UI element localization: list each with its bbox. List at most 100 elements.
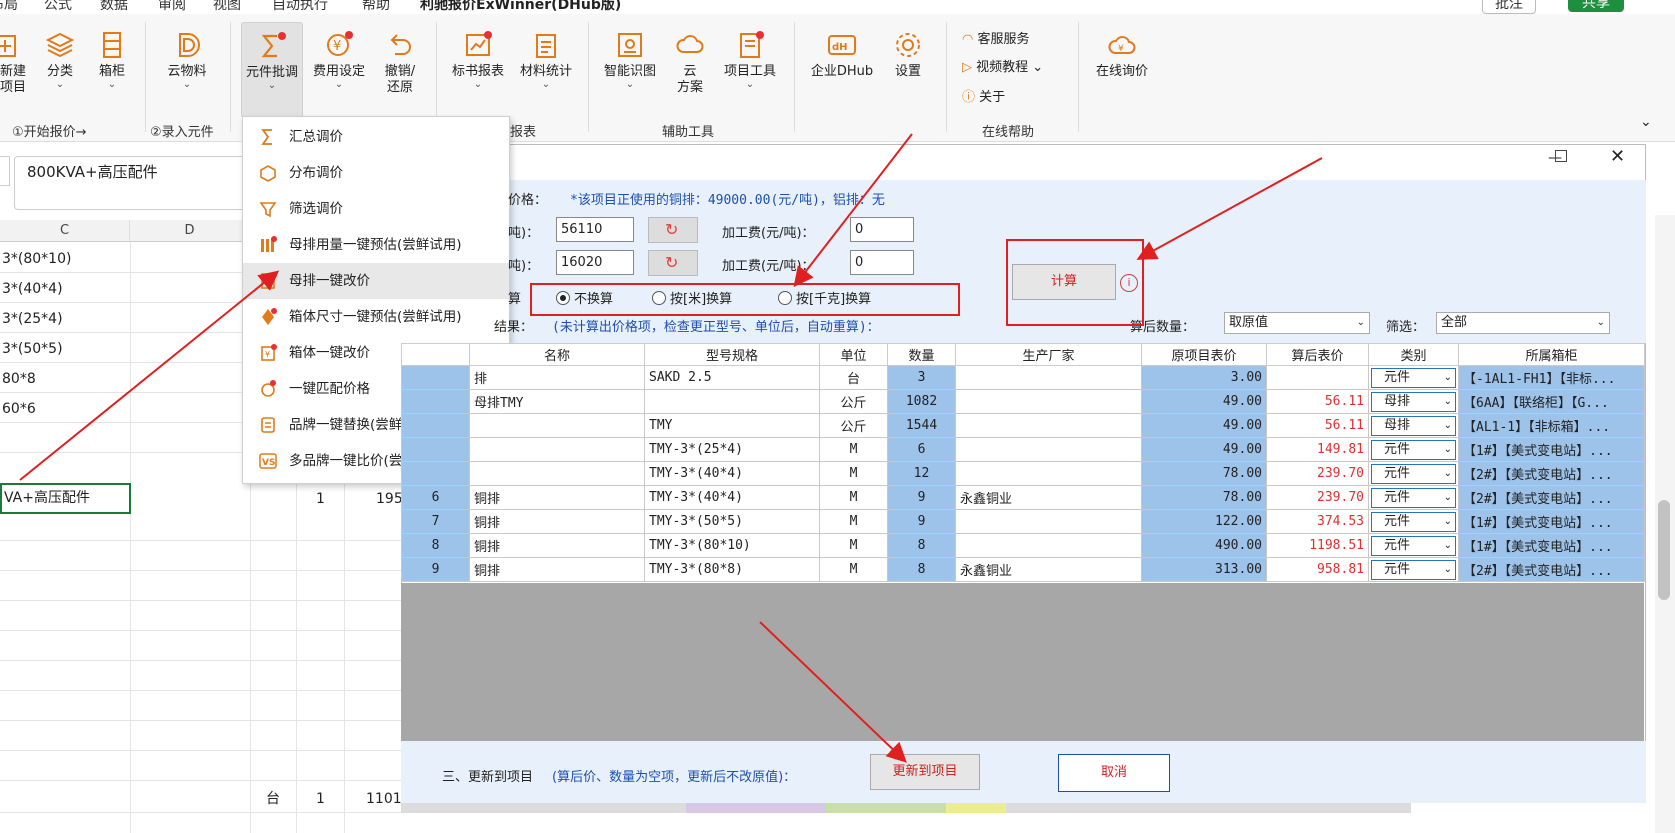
row-maker[interactable] xyxy=(955,413,1142,438)
table-row[interactable]: 排 SAKD 2.5 台 3 3.00 元件 ⌄ 【-1AL1-FH1】【非标... xyxy=(401,365,1645,390)
dialog-close-button[interactable]: ✕ xyxy=(1610,146,1625,167)
name-box[interactable] xyxy=(0,156,10,186)
row-qty[interactable]: 1082 xyxy=(887,389,956,414)
cell-qty-main[interactable]: 1 xyxy=(314,484,325,514)
row-name[interactable]: 铜排 xyxy=(469,533,645,558)
row-name[interactable]: 母排TMY xyxy=(469,389,645,414)
row-qty[interactable]: 1544 xyxy=(887,413,956,438)
cell-qty-bottom[interactable]: 1 xyxy=(314,784,325,814)
menu-item-busbar-estimate[interactable]: 母排用量一键预估(尝鲜试用) xyxy=(243,227,509,263)
bid-report-button[interactable]: 标书报表 ⌄ xyxy=(446,30,510,90)
col-maker[interactable]: 生产厂家 xyxy=(955,343,1142,366)
row-name[interactable] xyxy=(469,437,645,462)
menu-item-distribute-price[interactable]: 分布调价 xyxy=(243,155,509,191)
undo-restore-button[interactable]: 撤销/ 还原 xyxy=(374,30,426,96)
menu-review[interactable]: 审阅 xyxy=(158,0,186,14)
cloud-solution-button[interactable]: 云 方案 xyxy=(668,30,712,96)
table-row[interactable]: TMY 公斤 1544 49.00 56.11 母排 ⌄ 【AL1-1】【非标箱】... xyxy=(401,413,1645,438)
dialog-maximize-button[interactable] xyxy=(1555,150,1567,162)
fee-settings-button[interactable]: ¥ 费用设定 ⌄ xyxy=(307,30,371,90)
col-header-d[interactable]: D xyxy=(130,220,250,242)
row-unit[interactable]: 公斤 xyxy=(819,389,888,414)
row-type-select[interactable]: 元件 ⌄ xyxy=(1371,367,1456,388)
row-maker[interactable] xyxy=(955,437,1142,462)
row-name[interactable]: 铜排 xyxy=(469,485,645,510)
row-model[interactable]: TMY-3*(25*4) xyxy=(644,437,820,462)
share-button[interactable]: 共享 xyxy=(1568,0,1624,12)
menu-data[interactable]: 数据 xyxy=(100,0,128,14)
table-row[interactable]: 9 铜排 TMY-3*(80*8) M 8 永鑫铜业 313.00 958.81 元件 ⌄ 【2#】… xyxy=(401,557,1645,582)
menu-item-filter-price[interactable]: 筛选调价 xyxy=(243,191,509,227)
menu-item-busbar-price[interactable]: 母排一键改价 xyxy=(243,263,509,299)
cell-c-3[interactable]: 3*(25*4) xyxy=(0,304,63,334)
row-type-select[interactable]: 母排 ⌄ xyxy=(1371,415,1456,436)
cell-unit-bottom[interactable]: 台 xyxy=(264,784,280,814)
customer-service-link[interactable]: ◠ 客服服务 xyxy=(962,28,1030,47)
col-header-c[interactable]: C xyxy=(0,220,130,242)
scrollbar-thumb[interactable] xyxy=(1658,500,1670,600)
row-type-select[interactable]: 元件 ⌄ xyxy=(1371,463,1456,484)
row-model[interactable]: TMY-3*(40*4) xyxy=(644,461,820,486)
row-maker[interactable] xyxy=(955,389,1142,414)
menu-layout[interactable]: 布局 xyxy=(0,0,18,14)
row-unit[interactable]: M xyxy=(819,557,888,582)
row-qty[interactable]: 3 xyxy=(887,365,956,390)
row-maker[interactable]: 永鑫铜业 xyxy=(955,557,1142,582)
row-model[interactable]: TMY-3*(80*10) xyxy=(644,533,820,558)
row-unit[interactable]: M xyxy=(819,485,888,510)
copper-fee-input[interactable]: 0 xyxy=(850,217,914,242)
update-to-project-button[interactable]: 更新到项目 xyxy=(870,754,980,790)
table-row[interactable]: 7 铜排 TMY-3*(50*5) M 9 122.00 374.53 元件 ⌄ 【1#】【美式变… xyxy=(401,509,1645,534)
cancel-button[interactable]: 取消 xyxy=(1058,754,1170,792)
row-unit[interactable]: 台 xyxy=(819,365,888,390)
menu-item-summary-price[interactable]: 汇总调价 xyxy=(243,119,509,155)
cell-c-1[interactable]: 3*(80*10) xyxy=(0,244,71,274)
row-model[interactable]: TMY xyxy=(644,413,820,438)
row-name[interactable] xyxy=(469,413,645,438)
row-model[interactable]: TMY-3*(80*8) xyxy=(644,557,820,582)
row-model[interactable] xyxy=(644,389,820,414)
cell-c-4[interactable]: 3*(50*5) xyxy=(0,334,63,364)
col-orig-price[interactable]: 原项目表价 xyxy=(1141,343,1267,366)
row-type-select[interactable]: 元件 ⌄ xyxy=(1371,535,1456,556)
menu-automate[interactable]: 自动执行 xyxy=(272,0,328,14)
row-maker[interactable] xyxy=(955,533,1142,558)
row-type-select[interactable]: 元件 ⌄ xyxy=(1371,487,1456,508)
enterprise-dhub-button[interactable]: dH 企业DHub xyxy=(802,30,882,80)
cloud-material-button[interactable]: 云物料 ⌄ xyxy=(160,30,214,90)
material-stats-button[interactable]: 材料统计 ⌄ xyxy=(514,30,578,90)
new-project-button[interactable]: 新建 项目 xyxy=(0,30,26,96)
row-name[interactable]: 铜排 xyxy=(469,557,645,582)
col-cabinet[interactable]: 所属箱柜 xyxy=(1458,343,1645,366)
row-type-select[interactable]: 元件 ⌄ xyxy=(1371,511,1456,532)
project-tools-button[interactable]: 项目工具 ⌄ xyxy=(718,30,782,90)
aluminum-fee-input[interactable]: 0 xyxy=(850,250,914,275)
menu-view[interactable]: 视图 xyxy=(213,0,241,14)
table-row[interactable]: 6 铜排 TMY-3*(40*4) M 9 永鑫铜业 78.00 239.70 元件 ⌄ 【2#】【… xyxy=(401,485,1645,510)
table-row[interactable]: TMY-3*(25*4) M 6 49.00 149.81 元件 ⌄ 【1#】【美式变电站】.… xyxy=(401,437,1645,462)
qty-after-select[interactable]: 取原值 ⌄ xyxy=(1224,312,1370,334)
cell-selected[interactable]: VA+高压配件 xyxy=(0,483,131,514)
row-unit[interactable]: 公斤 xyxy=(819,413,888,438)
table-row[interactable]: 母排TMY 公斤 1082 49.00 56.11 母排 ⌄ 【6AA】【联络柜】【G... xyxy=(401,389,1645,414)
filter-select[interactable]: 全部 ⌄ xyxy=(1436,312,1610,334)
row-qty[interactable]: 9 xyxy=(887,485,956,510)
row-unit[interactable]: M xyxy=(819,533,888,558)
row-maker[interactable] xyxy=(955,461,1142,486)
row-qty[interactable]: 12 xyxy=(887,461,956,486)
col-qty[interactable]: 数量 xyxy=(887,343,956,366)
video-tutorial-link[interactable]: ▷ 视频教程 ⌄ xyxy=(962,56,1043,75)
row-name[interactable]: 排 xyxy=(469,365,645,390)
row-type-select[interactable]: 母排 ⌄ xyxy=(1371,391,1456,412)
row-maker[interactable]: 永鑫铜业 xyxy=(955,485,1142,510)
info-icon[interactable]: i xyxy=(1120,274,1138,292)
comment-button[interactable]: 批注 xyxy=(1482,0,1536,14)
row-qty[interactable]: 9 xyxy=(887,509,956,534)
row-model[interactable]: TMY-3*(50*5) xyxy=(644,509,820,534)
cell-value-bottom[interactable]: 1101 xyxy=(364,784,402,814)
cell-c-5[interactable]: 80*8 xyxy=(0,364,36,394)
row-unit[interactable]: M xyxy=(819,461,888,486)
row-unit[interactable]: M xyxy=(819,509,888,534)
cell-value-main[interactable]: 195 xyxy=(374,484,403,514)
calc-button[interactable]: 计算 xyxy=(1012,264,1116,300)
